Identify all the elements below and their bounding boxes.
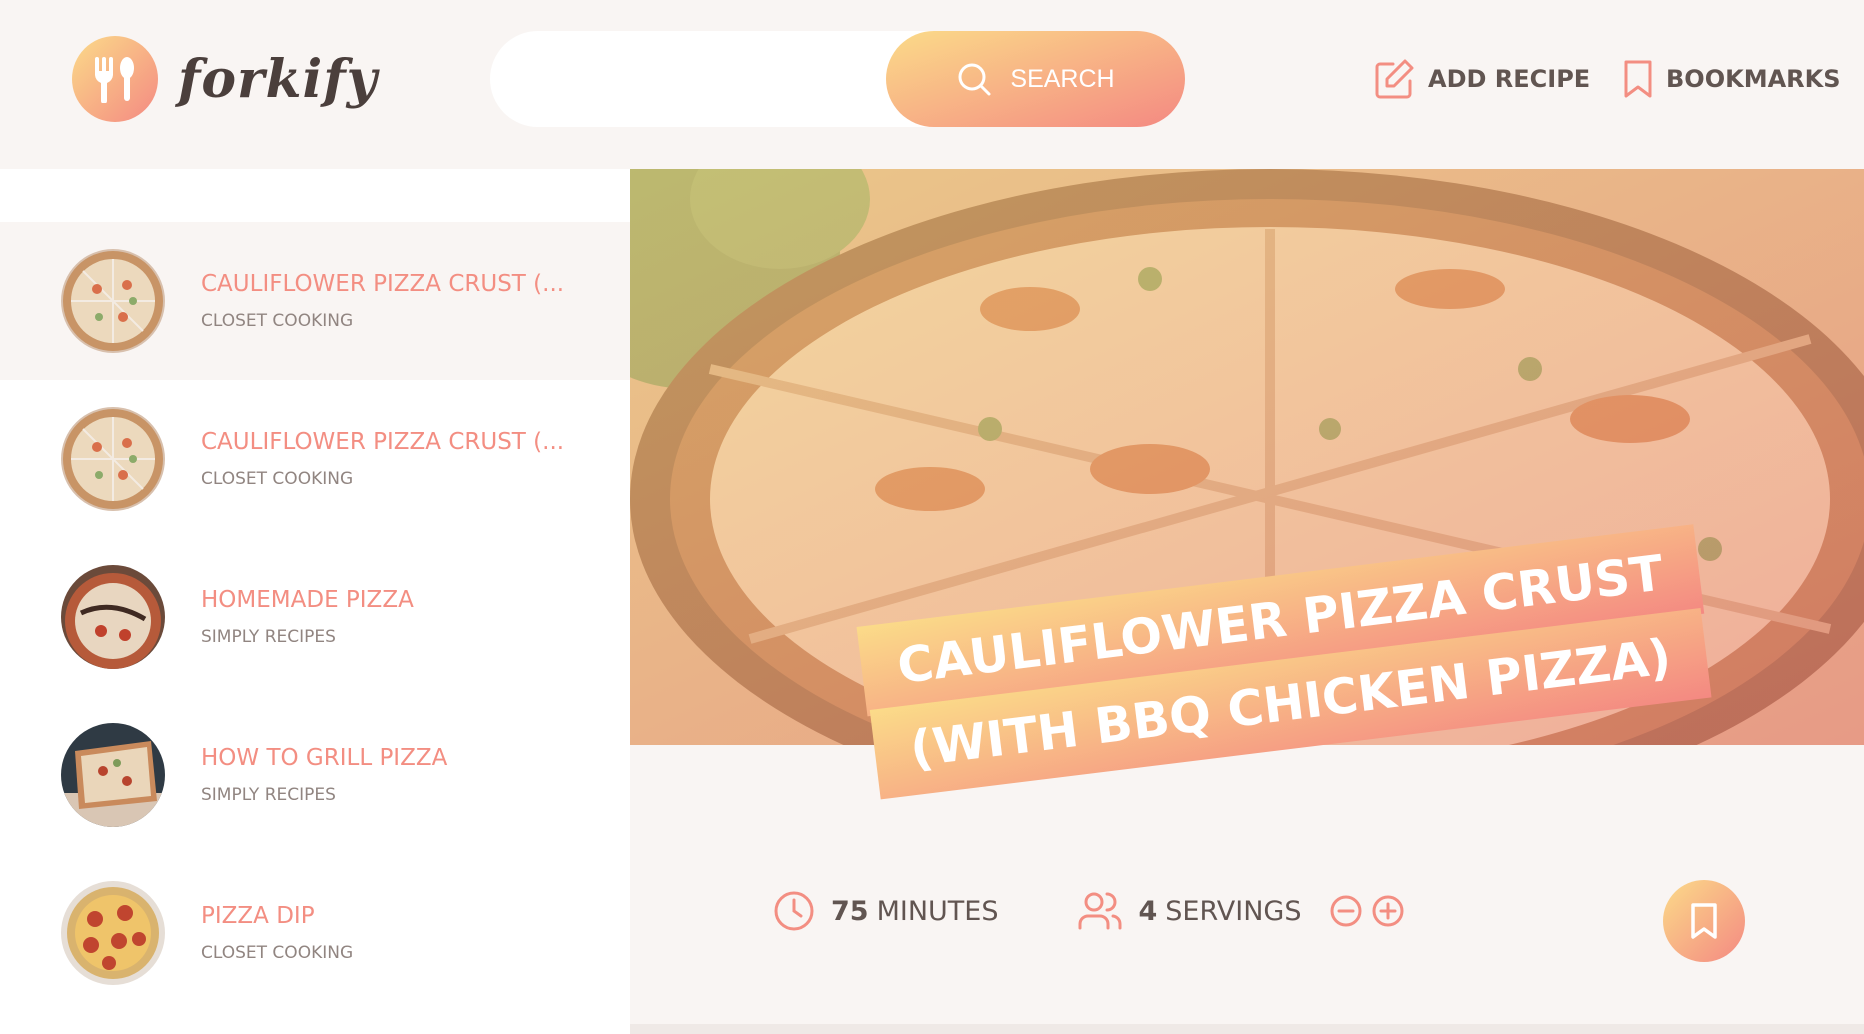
recipe-view: Cauliflower Pizza Crust (with BBQ Chicke… — [630, 169, 1864, 1034]
search-form: Search — [490, 31, 1185, 127]
servings-controls — [1329, 894, 1405, 928]
result-publisher: Closet Cooking — [201, 469, 354, 489]
increase-servings-button[interactable] — [1371, 894, 1405, 928]
minus-circle-icon — [1330, 895, 1362, 927]
result-title: Cauliflower Pizza Crust (... — [201, 271, 565, 297]
result-title: How to Grill Pizza — [201, 745, 448, 771]
bookmarks-label: Bookmarks — [1666, 65, 1841, 93]
result-thumbnail — [61, 565, 165, 669]
plus-circle-icon — [1372, 895, 1404, 927]
logo-text: forkify — [178, 48, 378, 110]
add-recipe-button[interactable]: Add recipe — [1374, 56, 1590, 102]
result-thumbnail — [61, 407, 165, 511]
bookmarks-button[interactable]: Bookmarks — [1622, 56, 1841, 102]
servings: 4 servings — [1077, 890, 1406, 932]
servings-value: 4 — [1138, 895, 1158, 927]
edit-icon — [1375, 59, 1414, 99]
result-thumbnail — [61, 723, 165, 827]
bookmark-icon — [1691, 903, 1717, 939]
app-header: forkify Search Add recipe Bookmarks — [0, 0, 1864, 169]
result-title: Homemade Pizza — [201, 587, 414, 613]
users-icon — [1078, 892, 1122, 930]
search-icon — [958, 63, 991, 96]
servings-unit: servings — [1165, 895, 1302, 927]
bookmark-icon — [1624, 60, 1652, 98]
result-publisher: Simply Recipes — [201, 785, 336, 805]
clock-icon — [774, 891, 814, 931]
decrease-servings-button[interactable] — [1329, 894, 1363, 928]
result-title: Pizza Dip — [201, 903, 315, 929]
result-item[interactable]: Cauliflower Pizza Crust (... Closet Cook… — [0, 380, 630, 538]
cooking-time: 75 minutes — [773, 890, 999, 932]
result-publisher: Closet Cooking — [201, 311, 354, 331]
fork-spoon-icon — [72, 36, 158, 122]
cooking-time-unit: minutes — [876, 895, 999, 927]
result-item[interactable]: Pizza Dip Closet Cooking — [0, 854, 630, 1012]
search-button[interactable]: Search — [886, 31, 1185, 127]
result-publisher: Closet Cooking — [201, 943, 354, 963]
add-recipe-label: Add recipe — [1428, 65, 1591, 93]
recipe-ingredients-divider — [630, 1024, 1864, 1034]
result-thumbnail — [61, 249, 165, 353]
result-title: Cauliflower Pizza Crust (... — [201, 429, 565, 455]
search-results: Cauliflower Pizza Crust (... Closet Cook… — [0, 169, 630, 1034]
forkify-logo[interactable]: forkify — [72, 36, 378, 122]
recipe-details: 75 minutes 4 servings — [773, 883, 1405, 939]
bookmark-recipe-button[interactable] — [1663, 880, 1745, 962]
result-item[interactable]: Homemade Pizza Simply Recipes — [0, 538, 630, 696]
cooking-time-value: 75 — [831, 895, 869, 927]
result-publisher: Simply Recipes — [201, 627, 336, 647]
result-thumbnail — [61, 881, 165, 985]
search-button-label: Search — [1010, 64, 1115, 93]
result-item[interactable]: How to Grill Pizza Simply Recipes — [0, 696, 630, 854]
result-item[interactable]: Cauliflower Pizza Crust (... Closet Cook… — [0, 222, 630, 380]
